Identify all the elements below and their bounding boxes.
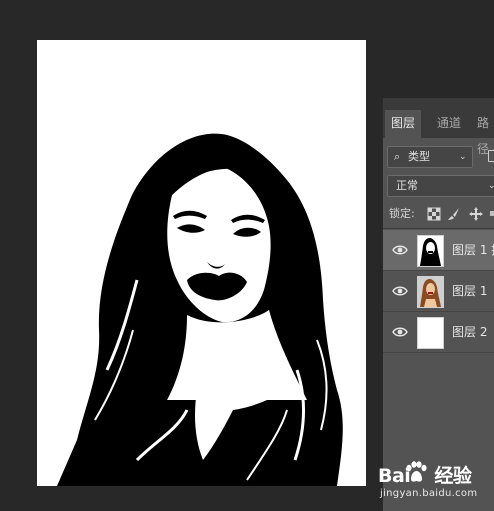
lock-label: 锁定: [389,207,415,220]
watermark-url: jingyan.baidu.com [380,488,478,499]
lock-transparency-icon[interactable] [427,207,441,221]
layer-name: 图层 1 拷 [452,243,494,257]
divider [383,228,494,229]
layer-filter-select[interactable]: ⌕ 类型 ⌄ [387,146,473,168]
filter-image-icon[interactable] [488,150,494,162]
layer-thumbnail-white [417,317,444,349]
chevron-down-icon: ⌄ [488,181,494,191]
watermark-brand-part2: 经验 [434,465,472,487]
filter-type-label: 类型 [408,150,430,163]
layer-filter-row: ⌕ 类型 ⌄ [387,146,494,168]
visibility-eye-icon[interactable] [392,243,408,257]
layer-row-layer2[interactable]: 图层 2 [383,312,494,353]
layer-name: 图层 2 [452,325,488,339]
blend-mode-select[interactable]: 正常 ⌄ [387,175,494,197]
lock-row: 锁定: ▪ [389,206,494,222]
layer-thumbnail-bw [417,235,444,267]
panel-tabbar: 图层 通道 路径 [383,98,494,156]
baidu-jingyan-watermark: Bai 经验 jingyan.baidu.com [364,455,494,511]
portrait-artwork [57,133,343,486]
layer-row-layer1[interactable]: 图层 1 [383,271,494,312]
layer-thumbnail-color [417,276,444,308]
lock-pixels-icon[interactable] [447,207,461,221]
lock-position-icon[interactable] [469,207,483,221]
lock-artboard-icon[interactable]: ▪ [489,206,494,220]
tab-channels[interactable]: 通道 [431,110,467,138]
baidu-paw-logo [406,461,427,482]
layers-panel: 图层 通道 路径 ⌕ 类型 ⌄ 正常 ⌄ 锁定: ▪ 图层 1 图层 1 图层 … [382,98,494,511]
canvas-document[interactable] [37,40,366,486]
blend-mode-value: 正常 [396,179,418,192]
chevron-down-icon: ⌄ [459,152,467,162]
layer-row-layer1-copy[interactable]: 图层 1 拷 [383,230,494,271]
visibility-eye-icon[interactable] [392,284,408,298]
visibility-eye-icon[interactable] [392,325,408,339]
search-icon: ⌕ [394,150,401,163]
tab-layers[interactable]: 图层 [385,110,422,138]
layer-name: 图层 1 [452,284,488,298]
tab-paths[interactable]: 路径 [471,110,494,156]
